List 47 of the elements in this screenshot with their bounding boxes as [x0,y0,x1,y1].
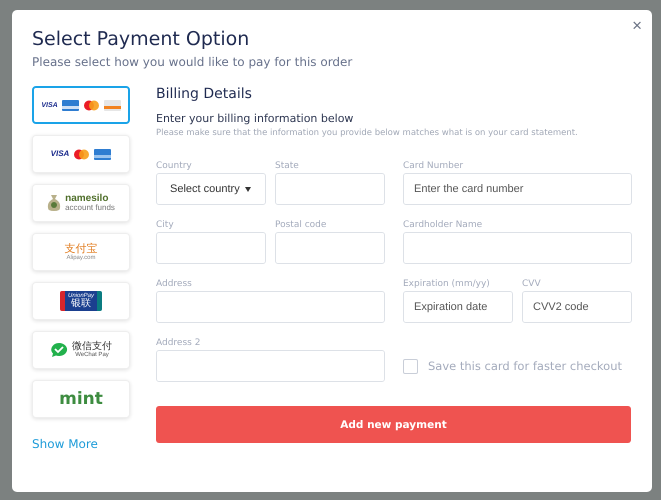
billing-intro: Enter your billing information below [156,112,354,125]
input-field[interactable] [156,232,266,264]
field-label: City [156,220,175,230]
input-field[interactable] [156,350,385,382]
visa-logo: VISA [50,150,70,158]
card-logo-icon [73,148,90,160]
logo-text: 支付宝 [64,244,98,254]
logo-text: namesilo [65,194,110,204]
show-more-link[interactable]: Show More [32,437,130,451]
field-label: Cardholder Name [403,220,484,230]
money-bag-icon [47,194,62,212]
caret-icon [244,186,251,192]
chat-bubble-icon [50,342,68,358]
field-label: Country [156,161,193,171]
section-title: Billing Details [156,86,253,102]
field-label: Address [156,279,193,289]
add-payment-button[interactable]: Add new payment [156,406,631,443]
dialog-title: Select Payment Option [32,28,250,50]
card-logo-icon [62,100,79,110]
field-label: State [275,161,300,171]
country-select[interactable]: Select country [156,173,266,205]
logo-text: account funds [65,204,115,212]
input-field[interactable] [156,291,385,323]
payment-option[interactable]: VISA [32,135,130,173]
field-label: Postal code [275,220,328,230]
card-logo-icon [104,100,121,110]
close-button[interactable]: × [628,14,646,38]
input-field[interactable] [403,232,632,264]
input-field[interactable] [275,232,385,264]
card-logo-icon [94,148,112,160]
checkbox[interactable] [403,358,418,374]
billing-note: Please make sure that the information you provide below matches what is on your card statement. [156,128,579,138]
field-label: Address 2 [156,338,202,348]
field-label: Card Number [403,161,464,171]
mint-logo: mint [59,390,103,408]
input-field[interactable]: Expiration date [403,291,513,323]
payment-option[interactable]: mint [32,380,130,418]
field-label: CVV [522,279,542,289]
input-field[interactable] [275,173,385,205]
input-field[interactable]: CVV2 code [522,291,632,323]
payment-option[interactable]: namesilo account funds [32,184,130,222]
field-label: Expiration (mm/yy) [403,279,491,289]
input-field[interactable]: Enter the card number [403,173,632,205]
checkbox-label: Save this card for faster checkout [428,359,622,373]
card-logo-icon [82,100,100,110]
logo-text: 微信支付 [72,342,112,352]
dialog-subtitle: Please select how you would like to pay for this order [32,55,354,69]
